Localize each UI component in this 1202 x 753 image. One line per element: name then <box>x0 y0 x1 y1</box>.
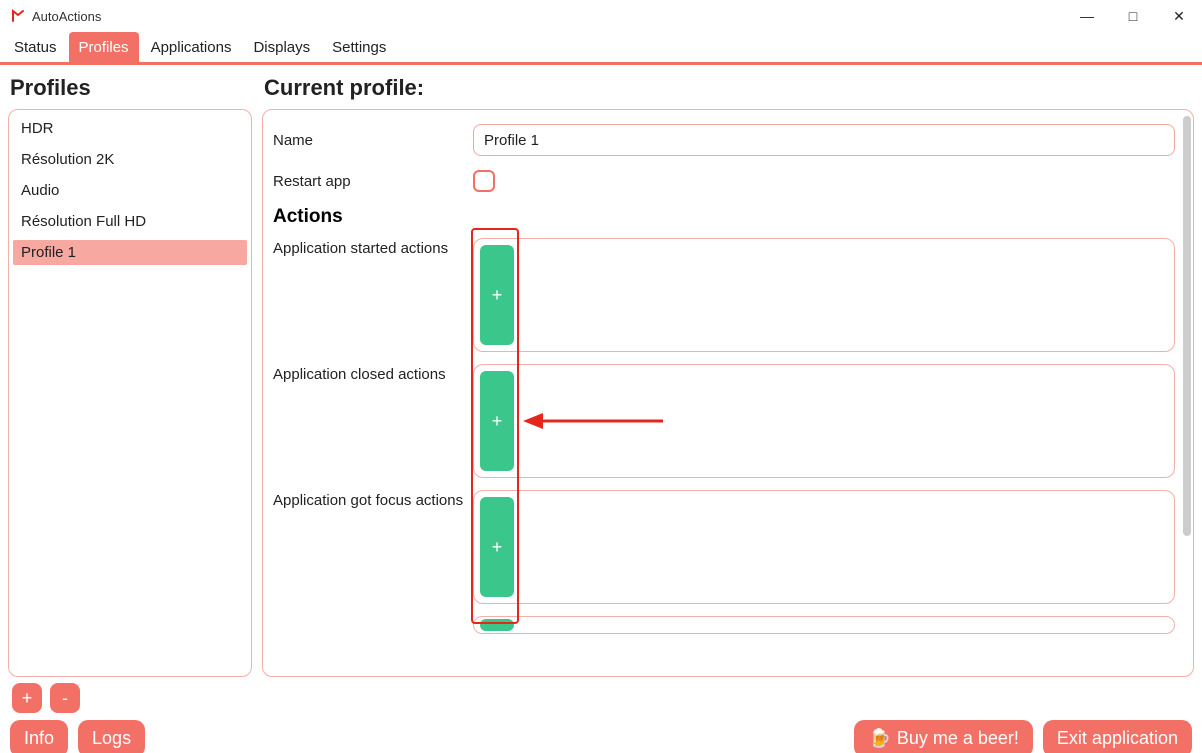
action-row-focus: Application got focus actions + <box>273 490 1175 604</box>
exit-button[interactable]: Exit application <box>1043 720 1192 753</box>
action-label: Application closed actions <box>273 364 473 478</box>
title-bar: AutoActions — □ ✕ <box>0 0 1202 32</box>
name-row: Name <box>273 124 1175 156</box>
profile-item[interactable]: Audio <box>13 178 247 203</box>
tab-applications[interactable]: Applications <box>141 32 242 62</box>
main-content: Profiles HDR Résolution 2K Audio Résolut… <box>0 65 1202 677</box>
profiles-heading: Profiles <box>10 75 252 101</box>
action-area-lostfocus <box>473 616 1175 634</box>
action-label: Application got focus actions <box>273 490 473 604</box>
action-area-started: + <box>473 238 1175 352</box>
scrollbar[interactable] <box>1183 116 1191 536</box>
restart-row: Restart app <box>273 170 1175 192</box>
info-button[interactable]: Info <box>10 720 68 753</box>
add-action-button[interactable]: + <box>480 245 514 345</box>
window-controls: — □ ✕ <box>1064 0 1202 32</box>
tab-status[interactable]: Status <box>4 32 67 62</box>
restart-checkbox[interactable] <box>473 170 495 192</box>
profile-item-selected[interactable]: Profile 1 <box>13 240 247 265</box>
current-profile-heading: Current profile: <box>264 75 1194 101</box>
name-label: Name <box>273 132 473 149</box>
restart-label: Restart app <box>273 173 473 190</box>
profiles-list[interactable]: HDR Résolution 2K Audio Résolution Full … <box>8 109 252 677</box>
tab-profiles[interactable]: Profiles <box>69 32 139 62</box>
action-area-closed: + <box>473 364 1175 478</box>
minimize-button[interactable]: — <box>1064 0 1110 32</box>
action-row-closed: Application closed actions + <box>273 364 1175 478</box>
profile-list-buttons: + - <box>0 677 1202 713</box>
profiles-column: Profiles HDR Résolution 2K Audio Résolut… <box>8 73 252 677</box>
action-row-lostfocus-partial <box>273 616 1175 634</box>
add-action-button[interactable]: + <box>480 371 514 471</box>
tab-displays[interactable]: Displays <box>243 32 320 62</box>
logs-button[interactable]: Logs <box>78 720 145 753</box>
buy-beer-button[interactable]: 🍺 Buy me a beer! <box>854 720 1032 753</box>
action-area-focus: + <box>473 490 1175 604</box>
name-input[interactable] <box>473 124 1175 156</box>
close-button[interactable]: ✕ <box>1156 0 1202 32</box>
actions-heading: Actions <box>273 206 1175 228</box>
menu-bar: Status Profiles Applications Displays Se… <box>0 32 1202 62</box>
add-action-button[interactable]: + <box>480 497 514 597</box>
app-title: AutoActions <box>32 9 101 24</box>
buy-beer-label: Buy me a beer! <box>897 728 1019 749</box>
add-action-button[interactable] <box>480 619 514 631</box>
remove-profile-button[interactable]: - <box>50 683 80 713</box>
action-row-started: Application started actions + <box>273 238 1175 352</box>
action-label: Application started actions <box>273 238 473 352</box>
profile-item[interactable]: Résolution 2K <box>13 147 247 172</box>
profile-item[interactable]: HDR <box>13 116 247 141</box>
current-profile-column: Current profile: Name Restart app Action… <box>262 73 1194 677</box>
tab-settings[interactable]: Settings <box>322 32 396 62</box>
beer-icon: 🍺 <box>868 728 890 749</box>
footer-bar: Info Logs 🍺 Buy me a beer! Exit applicat… <box>0 713 1202 753</box>
add-profile-button[interactable]: + <box>12 683 42 713</box>
current-profile-panel: Name Restart app Actions Application sta… <box>262 109 1194 677</box>
app-icon <box>10 8 26 24</box>
maximize-button[interactable]: □ <box>1110 0 1156 32</box>
profile-item[interactable]: Résolution Full HD <box>13 209 247 234</box>
